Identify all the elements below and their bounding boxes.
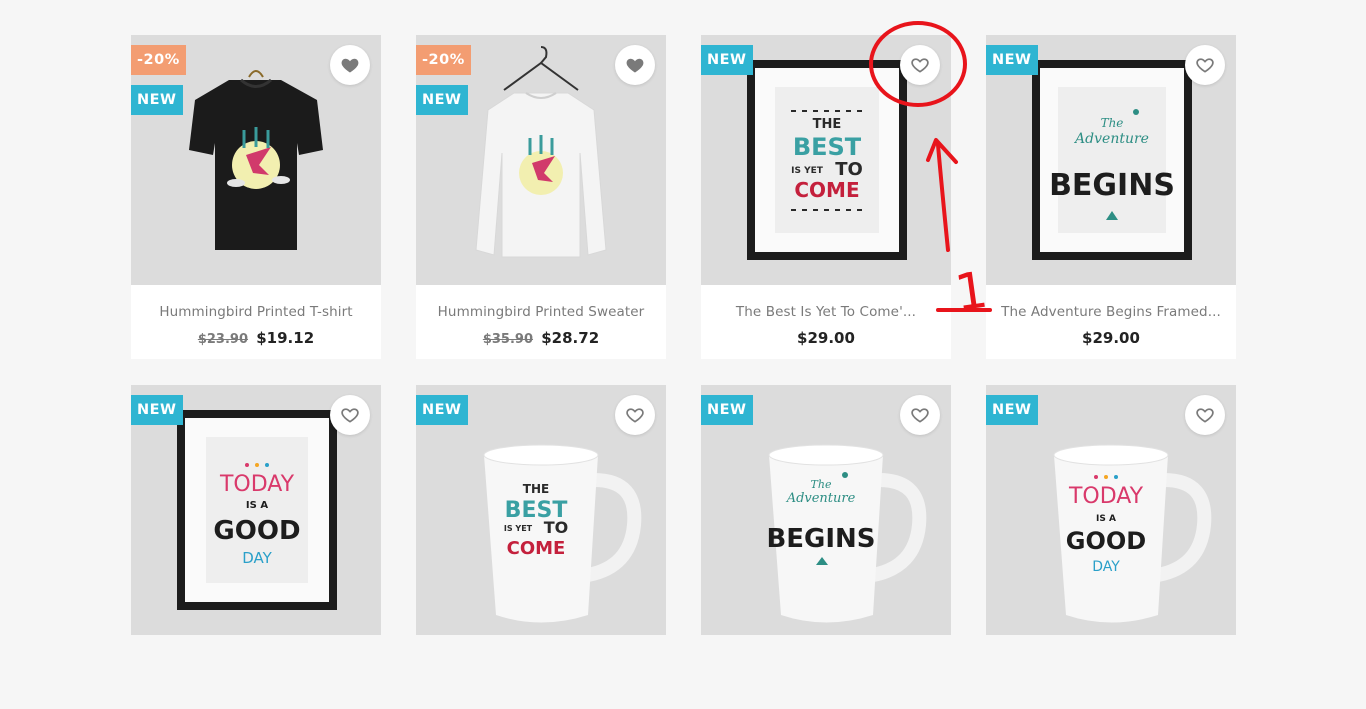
current-price: $19.12 xyxy=(256,329,315,347)
new-badge: NEW xyxy=(701,45,753,75)
new-badge: NEW xyxy=(986,395,1038,425)
heart-filled-icon xyxy=(341,58,359,73)
heart-outline-icon xyxy=(1196,58,1214,73)
svg-text:Adventure: Adventure xyxy=(786,491,856,506)
svg-text:TODAY: TODAY xyxy=(1068,484,1144,509)
product-info: Hummingbird Printed T-shirt $23.90 $19.1… xyxy=(131,285,381,359)
regular-price: $35.90 xyxy=(482,332,534,347)
current-price: $29.00 xyxy=(1082,329,1140,347)
new-badge: NEW xyxy=(416,395,468,425)
current-price: $29.00 xyxy=(797,329,855,347)
product-thumbnail[interactable]: NEW THE BEST IS YET TO COME xyxy=(416,385,666,635)
product-thumbnail[interactable]: -20% NEW xyxy=(131,35,381,285)
svg-text:TO: TO xyxy=(835,159,863,180)
svg-text:IS A: IS A xyxy=(1096,514,1116,524)
wishlist-button[interactable] xyxy=(900,395,940,435)
svg-text:THE: THE xyxy=(523,482,549,496)
svg-text:IS YET: IS YET xyxy=(791,166,824,176)
svg-text:The: The xyxy=(811,478,832,491)
wishlist-button[interactable] xyxy=(1185,395,1225,435)
product-thumbnail[interactable]: NEW The Adventure BEGINS xyxy=(986,35,1236,285)
product-card-best-is-yet-to-come-mug[interactable]: NEW THE BEST IS YET TO COME xyxy=(416,385,666,709)
discount-badge: -20% xyxy=(416,45,471,75)
new-badge: NEW xyxy=(701,395,753,425)
svg-text:THE: THE xyxy=(813,117,842,132)
product-card-adventure-begins-mug[interactable]: NEW The Adventure BEGINS xyxy=(701,385,951,709)
product-name[interactable]: The Adventure Begins Framed... xyxy=(986,285,1236,320)
product-card-today-is-a-good-day-frame[interactable]: NEW TODAY IS A GOOD DAY xyxy=(131,385,381,709)
product-info: The Best Is Yet To Come'... $29.00 xyxy=(701,285,951,359)
svg-text:IS YET: IS YET xyxy=(504,524,533,533)
wishlist-button[interactable] xyxy=(330,45,370,85)
product-grid: -20% NEW Hummingbird Printed T-shirt $23… xyxy=(131,35,1236,709)
svg-text:COME: COME xyxy=(794,178,859,202)
wishlist-button[interactable] xyxy=(330,395,370,435)
product-name[interactable]: The Best Is Yet To Come'... xyxy=(701,285,951,320)
new-badge: NEW xyxy=(131,395,183,425)
product-card-today-is-a-good-day-mug[interactable]: NEW TODAY IS A GOOD DAY xyxy=(986,385,1236,709)
new-badge: NEW xyxy=(416,85,468,115)
svg-text:DAY: DAY xyxy=(242,549,272,567)
discount-badge: -20% xyxy=(131,45,186,75)
wishlist-button[interactable] xyxy=(1185,45,1225,85)
heart-outline-icon xyxy=(911,408,929,423)
svg-text:BEST: BEST xyxy=(793,133,862,161)
svg-text:BEGINS: BEGINS xyxy=(1049,168,1175,203)
heart-outline-icon xyxy=(626,408,644,423)
product-name[interactable]: Hummingbird Printed Sweater xyxy=(416,285,666,320)
product-info: Hummingbird Printed Sweater $35.90 $28.7… xyxy=(416,285,666,359)
heart-outline-icon xyxy=(1196,408,1214,423)
product-info: The Adventure Begins Framed... $29.00 xyxy=(986,285,1236,359)
product-thumbnail[interactable]: NEW The Adventure BEGINS xyxy=(701,385,951,635)
svg-text:BEGINS: BEGINS xyxy=(766,524,875,554)
regular-price: $23.90 xyxy=(197,332,249,347)
svg-text:Adventure: Adventure xyxy=(1073,131,1149,147)
new-badge: NEW xyxy=(986,45,1038,75)
svg-text:TODAY: TODAY xyxy=(219,472,295,497)
price-line: $35.90 $28.72 xyxy=(416,329,666,347)
price-line: $29.00 xyxy=(701,329,951,347)
product-name[interactable]: Hummingbird Printed T-shirt xyxy=(131,285,381,320)
price-line: $23.90 $19.12 xyxy=(131,329,381,347)
product-thumbnail[interactable]: -20% NEW xyxy=(416,35,666,285)
product-card-adventure-begins[interactable]: NEW The Adventure BEGINS The Adventure B… xyxy=(986,35,1236,359)
svg-text:The: The xyxy=(1101,116,1124,130)
svg-text:DAY: DAY xyxy=(1092,559,1120,575)
product-card-best-is-yet-to-come[interactable]: NEW THE BEST IS YET TO COME The Best Is … xyxy=(701,35,951,359)
heart-outline-icon xyxy=(911,58,929,73)
product-card-hummingbird-sweater[interactable]: -20% NEW Hummingbird Printed Sweater $35… xyxy=(416,35,666,359)
product-thumbnail[interactable]: NEW THE BEST IS YET TO COME xyxy=(701,35,951,285)
wishlist-button[interactable] xyxy=(900,45,940,85)
price-line: $29.00 xyxy=(986,329,1236,347)
new-badge: NEW xyxy=(131,85,183,115)
heart-outline-icon xyxy=(341,408,359,423)
product-thumbnail[interactable]: NEW TODAY IS A GOOD DAY xyxy=(131,385,381,635)
wishlist-button[interactable] xyxy=(615,395,655,435)
svg-text:GOOD: GOOD xyxy=(213,516,300,546)
product-thumbnail[interactable]: NEW TODAY IS A GOOD DAY xyxy=(986,385,1236,635)
current-price: $28.72 xyxy=(541,329,600,347)
wishlist-button[interactable] xyxy=(615,45,655,85)
svg-text:GOOD: GOOD xyxy=(1066,527,1146,555)
svg-text:TO: TO xyxy=(544,518,569,537)
svg-text:COME: COME xyxy=(507,538,566,559)
product-card-hummingbird-tshirt[interactable]: -20% NEW Hummingbird Printed T-shirt $23… xyxy=(131,35,381,359)
svg-text:IS A: IS A xyxy=(246,500,268,511)
heart-filled-icon xyxy=(626,58,644,73)
